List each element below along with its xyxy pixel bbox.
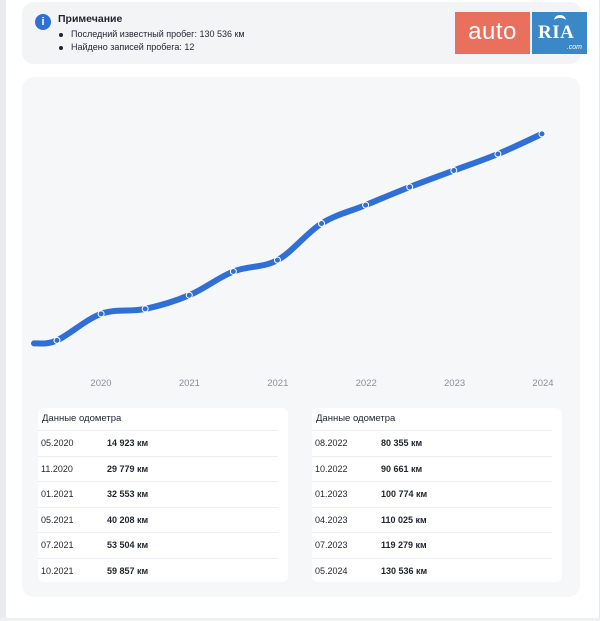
table-row: 07.2023 119 279 км — [312, 532, 552, 558]
table-row: 08.2022 80 355 км — [312, 430, 552, 456]
odometer-table-title: Данные одометра — [316, 413, 396, 424]
note-item-records-count: Найдено записей пробега: 12 — [58, 41, 245, 54]
data-point[interactable] — [185, 291, 193, 299]
data-point[interactable] — [406, 183, 414, 191]
row-mileage: 110 025 км — [381, 514, 427, 525]
row-date: 11.2020 — [41, 463, 73, 474]
row-mileage: 100 774 км — [381, 489, 428, 500]
row-date: 08.2022 — [315, 438, 348, 448]
table-row: 01.2021 32 553 км — [38, 481, 278, 507]
table-row: 05.2020 14 923 км — [38, 430, 278, 456]
data-point[interactable] — [494, 150, 502, 158]
odometer-table-title: Данные одометра — [42, 413, 122, 424]
data-point[interactable] — [273, 256, 281, 264]
row-date: 10.2021 — [41, 565, 74, 576]
x-tick-label: 2021 — [179, 378, 200, 389]
row-mileage: 29 779 км — [107, 463, 149, 474]
data-point[interactable] — [53, 336, 61, 344]
table-row: 05.2021 40 208 км — [38, 506, 278, 533]
row-date: 04.2023 — [315, 514, 348, 525]
autoria-logo[interactable]: auto RIA .com — [455, 12, 587, 54]
data-point[interactable] — [97, 310, 105, 318]
series-line — [31, 130, 545, 347]
row-date: 07.2021 — [41, 540, 74, 551]
table-row: 05.2024 130 536 км — [312, 557, 552, 584]
row-date: 05.2020 — [41, 438, 74, 448]
row-mileage: 40 208 км — [107, 514, 149, 525]
odometer-rows: 08.2022 80 355 км 10.2022 90 661 км 01.2023 1… — [312, 430, 552, 584]
table-row: 01.2023 100 774 км — [312, 481, 552, 507]
logo-ria-suffix: .com — [566, 44, 582, 51]
odometer-table-right: Данные одометра 08.2022 80 355 км 10.2022 9… — [312, 408, 562, 582]
mileage-chart: 2020 2021 2021 2022 2023 2024 — [31, 130, 554, 389]
table-row: 10.2022 90 661 км — [312, 455, 552, 482]
logo-ria-text: RIA — [538, 22, 575, 43]
data-point[interactable] — [229, 267, 237, 275]
note-title: Примечание — [58, 13, 123, 25]
x-tick-label: 2023 — [444, 378, 465, 389]
note-list: Последний известный пробег: 130 536 км Н… — [58, 28, 245, 54]
odometer-table-left: Данные одометра 05.2020 14 923 км 11.2020 2… — [38, 408, 288, 582]
row-mileage: 32 553 км — [107, 489, 149, 500]
left-frame-edge — [0, 0, 6, 621]
row-date: 10.2022 — [315, 463, 348, 474]
row-date: 05.2024 — [315, 565, 348, 576]
data-point[interactable] — [318, 220, 326, 228]
row-date: 05.2021 — [41, 514, 74, 525]
data-point[interactable] — [538, 130, 546, 138]
logo-ria-part: RIA .com — [532, 12, 587, 54]
table-row: 10.2021 59 857 км — [38, 557, 278, 584]
odometer-rows: 05.2020 14 923 км 11.2020 29 779 км 01.2021 3… — [38, 430, 278, 584]
row-mileage: 53 504 км — [107, 540, 149, 551]
data-point[interactable] — [141, 305, 149, 313]
note-item-last-mileage: Последний известный пробег: 130 536 км — [58, 28, 245, 41]
data-point[interactable] — [362, 201, 370, 209]
row-mileage: 130 536 км — [381, 565, 428, 576]
data-point[interactable] — [450, 167, 458, 175]
row-mileage: 80 355 км — [381, 438, 423, 448]
table-row: 07.2021 53 504 км — [38, 532, 278, 558]
row-mileage: 14 923 км — [107, 438, 149, 448]
info-icon: i — [35, 14, 51, 30]
x-tick-label: 2020 — [90, 378, 111, 389]
x-tick-label: 2024 — [532, 378, 553, 389]
logo-auto-part: auto — [455, 12, 530, 54]
x-tick-label: 2021 — [267, 378, 288, 389]
row-date: 01.2023 — [315, 489, 348, 500]
row-mileage: 90 661 км — [381, 463, 423, 474]
row-mileage: 59 857 км — [107, 565, 149, 576]
table-row: 11.2020 29 779 км — [38, 455, 278, 482]
row-date: 01.2021 — [41, 489, 74, 500]
x-tick-label: 2022 — [356, 378, 377, 389]
row-date: 07.2023 — [315, 540, 348, 551]
table-row: 04.2023 110 025 км — [312, 506, 552, 533]
row-mileage: 119 279 км — [381, 540, 427, 551]
